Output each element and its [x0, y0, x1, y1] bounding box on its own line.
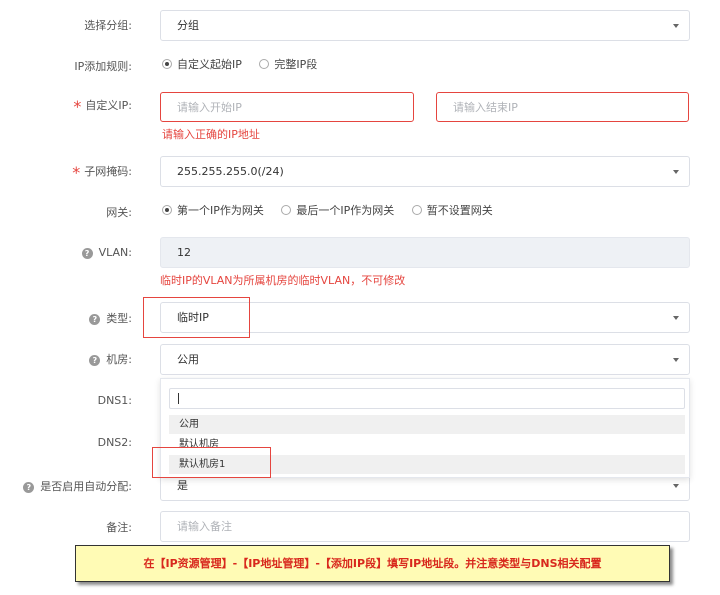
- room-dropdown-panel: 公用 默认机房 默认机房1: [160, 378, 690, 478]
- group-select[interactable]: 分组: [160, 10, 690, 41]
- custom-ip-error: 请输入正确的IP地址: [162, 128, 260, 141]
- chevron-down-icon: [673, 170, 679, 174]
- dns1-label: DNS1:: [97, 394, 132, 407]
- chevron-down-icon: [673, 24, 679, 28]
- chevron-down-icon: [673, 358, 679, 362]
- gateway-label: 网关:: [106, 206, 132, 219]
- gateway-option-last[interactable]: 最后一个IP作为网关: [281, 202, 394, 218]
- room-option-public[interactable]: 公用: [169, 415, 685, 434]
- radio-unchecked-icon: [411, 205, 422, 215]
- gateway-radio-group: 第一个IP作为网关 最后一个IP作为网关 暂不设置网关: [162, 202, 507, 218]
- radio-unchecked-icon: [281, 205, 292, 215]
- vlan-label: ? VLAN:: [81, 246, 132, 259]
- end-ip-input[interactable]: 请输入结束IP: [436, 92, 689, 122]
- chevron-down-icon: [673, 484, 679, 488]
- start-ip-input[interactable]: 请输入开始IP: [160, 92, 414, 122]
- room-option-default[interactable]: 默认机房: [169, 435, 685, 454]
- radio-checked-icon: [162, 59, 172, 69]
- remark-label: 备注:: [106, 521, 132, 534]
- dns2-label: DNS2:: [97, 436, 132, 449]
- vlan-hint: 临时IP的VLAN为所属机房的临时VLAN，不可修改: [160, 274, 406, 287]
- remark-input[interactable]: 请输入备注: [160, 511, 690, 542]
- required-mark: *: [73, 97, 82, 116]
- ip-rule-option-custom[interactable]: 自定义起始IP: [162, 56, 242, 72]
- text-cursor: [178, 393, 179, 404]
- gateway-option-none[interactable]: 暂不设置网关: [411, 202, 493, 218]
- room-dropdown-search-input[interactable]: [169, 388, 685, 409]
- gateway-option-first[interactable]: 第一个IP作为网关: [162, 202, 264, 218]
- subnet-select[interactable]: 255.255.255.0(/24): [160, 156, 690, 187]
- radio-checked-icon: [162, 205, 172, 215]
- ip-rule-radio-group: 自定义起始IP 完整IP段: [162, 56, 331, 72]
- ip-rule-option-full[interactable]: 完整IP段: [259, 56, 317, 72]
- help-icon[interactable]: ?: [81, 248, 93, 259]
- help-icon[interactable]: ?: [23, 482, 35, 493]
- chevron-down-icon: [673, 316, 679, 320]
- vlan-input: 12: [160, 237, 690, 268]
- custom-ip-label: * 自定义IP:: [73, 97, 132, 116]
- group-label: 选择分组:: [84, 19, 132, 32]
- type-label: ? 类型:: [89, 310, 132, 326]
- required-mark: *: [72, 163, 81, 182]
- ip-rule-label: IP添加规则:: [74, 60, 132, 73]
- room-option-default1[interactable]: 默认机房1: [169, 455, 685, 474]
- type-select[interactable]: 临时IP: [160, 302, 690, 333]
- instruction-note: 在【IP资源管理】-【IP地址管理】-【添加IP段】填写IP地址段。并注意类型与…: [75, 545, 670, 582]
- help-icon[interactable]: ?: [89, 355, 101, 366]
- room-select[interactable]: 公用: [160, 344, 690, 375]
- help-icon[interactable]: ?: [89, 314, 101, 325]
- group-select-value: 分组: [177, 19, 199, 32]
- room-label: ? 机房:: [89, 351, 132, 367]
- subnet-label: * 子网掩码:: [72, 163, 132, 182]
- auto-assign-label: ? 是否启用自动分配:: [23, 478, 132, 494]
- radio-unchecked-icon: [259, 59, 270, 69]
